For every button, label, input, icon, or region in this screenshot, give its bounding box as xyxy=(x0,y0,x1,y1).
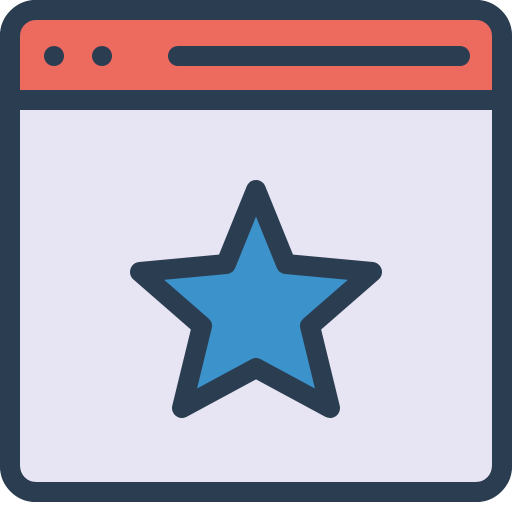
window-dot-icon xyxy=(44,46,64,66)
window-dot-icon xyxy=(92,46,112,66)
browser-window-svg xyxy=(0,0,512,502)
browser-window-star-icon xyxy=(0,0,512,512)
